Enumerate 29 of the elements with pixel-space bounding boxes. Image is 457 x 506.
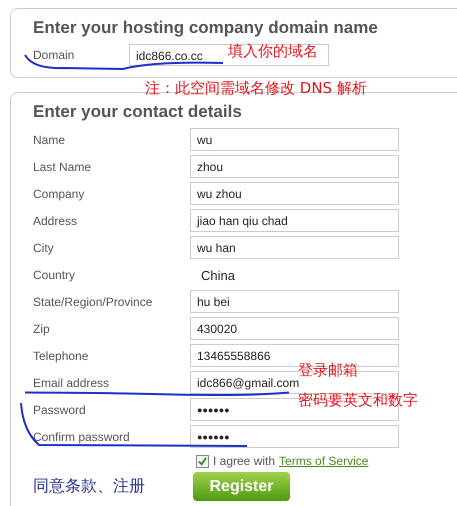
input-field[interactable]: 430020	[190, 317, 399, 340]
password-field[interactable]: ●●●●●●	[190, 425, 399, 448]
field-label: Name	[33, 132, 66, 146]
field-label: Telephone	[33, 348, 90, 362]
annotation-text: 注：此空间需域名修改 DNS 解析	[145, 81, 368, 95]
field-label: Password	[33, 402, 87, 416]
annotation-text: 同意条款、注册	[33, 476, 146, 497]
field-label: Confirm password	[33, 430, 131, 444]
field-label: Company	[33, 186, 86, 200]
input-field[interactable]: wu zhou	[190, 182, 399, 205]
field-label: Last Name	[33, 160, 92, 174]
field-label: Country	[33, 268, 76, 282]
terms-link[interactable]: Terms of Service	[279, 454, 368, 468]
input-field[interactable]: hu bei	[190, 290, 399, 313]
field-label: Domain	[33, 48, 76, 62]
field-label: City	[33, 240, 55, 254]
field-label: State/Region/Province	[33, 294, 154, 308]
input-field[interactable]: jiao han qiu chad	[190, 209, 399, 232]
checkbox[interactable]	[196, 454, 209, 468]
annotation-text: 填入你的域名	[228, 42, 318, 61]
section-title: Enter your hosting company domain name	[33, 18, 379, 38]
input-field[interactable]: wu	[190, 128, 399, 151]
agree-label: I agree with	[213, 454, 276, 468]
field-label: Email address	[33, 376, 110, 390]
input-field[interactable]: wu han	[190, 236, 399, 259]
field-label: Zip	[33, 322, 51, 336]
field-label: Address	[33, 214, 78, 228]
section-title: Enter your contact details	[33, 102, 243, 122]
input-field[interactable]: zhou	[190, 155, 399, 178]
